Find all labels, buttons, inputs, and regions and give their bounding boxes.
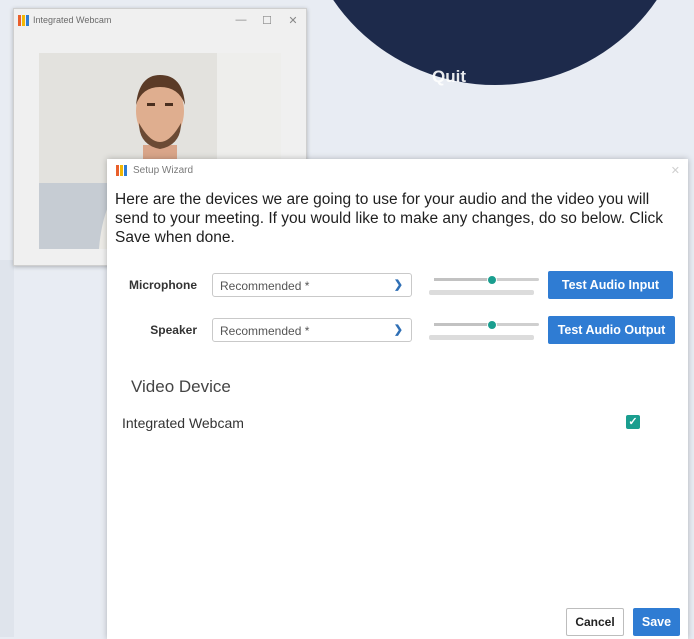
microphone-volume-knob[interactable] [486, 275, 497, 285]
maximize-icon[interactable]: ☐ [254, 14, 280, 27]
chevron-down-icon: ❯ [393, 324, 403, 336]
app-logo-icon [18, 14, 29, 26]
setup-wizard-dialog: Setup Wizard ✕ Here are the devices we a… [107, 159, 688, 639]
minimize-icon[interactable]: — [228, 14, 254, 27]
chevron-down-icon: ❯ [393, 279, 403, 291]
speaker-label: Speaker [150, 323, 197, 337]
wizard-titlebar: Setup Wizard ✕ [107, 159, 688, 181]
save-button[interactable]: Save [633, 608, 680, 636]
close-icon[interactable]: ✕ [671, 164, 680, 177]
video-device-name: Integrated Webcam [122, 415, 244, 431]
speaker-level-meter [429, 335, 534, 340]
microphone-label: Microphone [129, 278, 197, 292]
app-logo-icon [116, 164, 127, 176]
speaker-volume-fill [434, 323, 492, 326]
video-device-heading: Video Device [131, 377, 231, 396]
intro-text: Here are the devices we are going to use… [115, 191, 663, 246]
microphone-volume-slider[interactable] [434, 275, 539, 285]
video-device-checkbox[interactable]: ✓ [626, 415, 640, 429]
close-icon[interactable]: ✕ [280, 14, 306, 27]
microphone-volume-fill [434, 278, 492, 281]
speaker-select-value: Recommended * [220, 324, 310, 338]
checkmark-icon: ✓ [628, 416, 638, 428]
speaker-volume-slider[interactable] [434, 320, 539, 330]
test-audio-output-button[interactable]: Test Audio Output [548, 316, 675, 344]
microphone-select-value: Recommended * [220, 279, 310, 293]
microphone-select[interactable]: Recommended * ❯ [212, 273, 412, 297]
quit-label: Quit [432, 67, 466, 86]
webcam-window-title: Integrated Webcam [33, 15, 112, 25]
test-audio-input-button[interactable]: Test Audio Input [548, 271, 673, 299]
speaker-select[interactable]: Recommended * ❯ [212, 318, 412, 342]
microphone-level-meter [429, 290, 534, 295]
cancel-button[interactable]: Cancel [566, 608, 624, 636]
webcam-titlebar: Integrated Webcam — ☐ ✕ [14, 9, 306, 31]
background-circle [300, 0, 690, 85]
background-panel [0, 260, 14, 637]
wizard-title: Setup Wizard [133, 164, 194, 176]
speaker-volume-knob[interactable] [486, 320, 497, 330]
